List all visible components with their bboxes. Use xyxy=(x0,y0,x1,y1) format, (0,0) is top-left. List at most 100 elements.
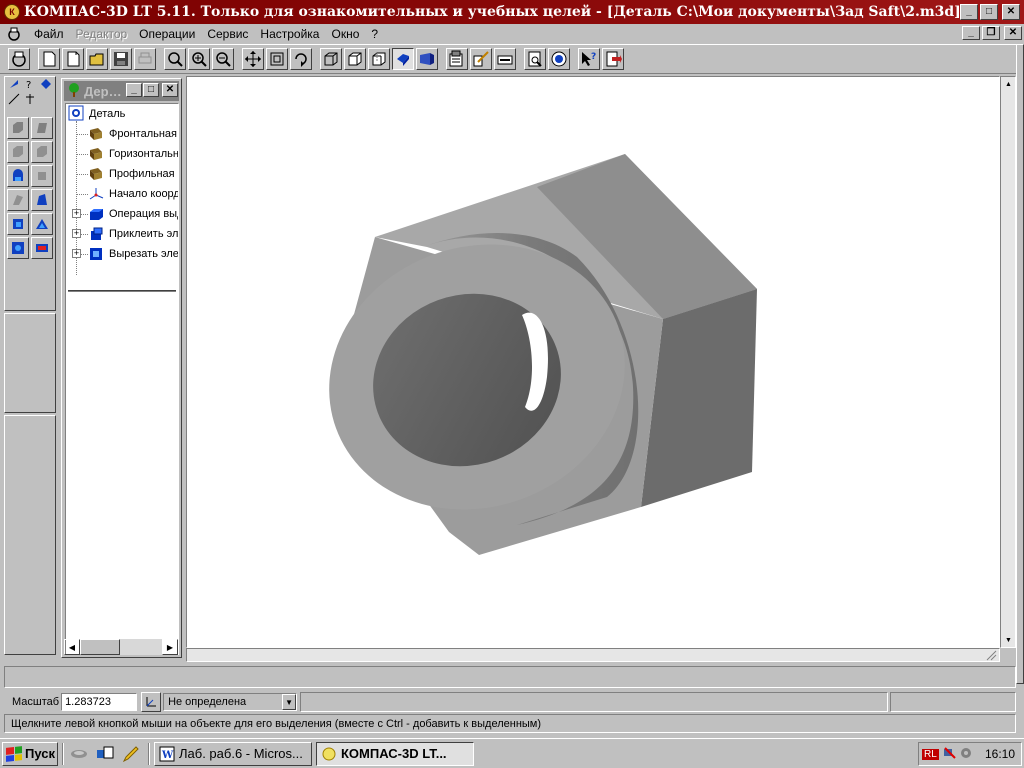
rotate-operation-button[interactable] xyxy=(31,117,53,139)
rib-button[interactable] xyxy=(31,237,53,259)
tree-horizontal-scrollbar[interactable]: ◀ ▶ xyxy=(64,639,178,655)
properties-button[interactable] xyxy=(470,48,492,70)
zoom-to-fit-button[interactable] xyxy=(266,48,288,70)
kinematic-operation-button[interactable] xyxy=(7,141,29,163)
save-button[interactable] xyxy=(110,48,132,70)
preview-button[interactable] xyxy=(524,48,546,70)
title-bar[interactable]: К КОМПАС-3D LT 5.11. Только для ознакоми… xyxy=(0,0,1024,24)
line-tab-icon[interactable] xyxy=(7,92,21,106)
doc-minimize-button[interactable]: _ xyxy=(962,26,980,40)
maximize-button[interactable]: □ xyxy=(980,4,998,20)
pan-button[interactable] xyxy=(242,48,264,70)
cut-extrude-button[interactable] xyxy=(7,165,29,187)
loft-operation-button[interactable] xyxy=(31,141,53,163)
new-sheet-button[interactable] xyxy=(62,48,84,70)
scroll-right-icon[interactable]: ▶ xyxy=(162,639,178,655)
dimension-tab-icon[interactable] xyxy=(23,92,37,106)
zoom-out-button[interactable] xyxy=(212,48,234,70)
menu-item-3[interactable]: Сервис xyxy=(201,27,254,41)
perspective-button[interactable] xyxy=(416,48,438,70)
cut-loft-button[interactable] xyxy=(31,189,53,211)
clock[interactable]: 16:10 xyxy=(985,747,1015,761)
taskbar-task-1[interactable]: КОМПАС-3D LT... xyxy=(316,741,474,766)
quicklaunch-browser-icon[interactable] xyxy=(68,743,90,765)
cut-kinematic-button[interactable] xyxy=(7,189,29,211)
model-viewport[interactable] xyxy=(186,76,1000,648)
tree-item[interactable]: Начало координат xyxy=(88,184,178,204)
new-from-template-button[interactable] xyxy=(8,48,30,70)
wireframe-button[interactable] xyxy=(320,48,342,70)
language-indicator[interactable]: RL xyxy=(922,748,939,760)
tree-item[interactable]: Фронтальная xyxy=(88,124,177,144)
start-button[interactable]: Пуск xyxy=(2,741,58,766)
scroll-up-icon[interactable]: ▲ xyxy=(1002,77,1015,91)
parameters-button[interactable] xyxy=(446,48,468,70)
tree-minimize-button[interactable]: _ xyxy=(126,83,142,97)
kompas-app-icon[interactable]: К xyxy=(4,4,20,20)
hidden-lines-button[interactable] xyxy=(344,48,366,70)
help-pointer-button[interactable]: ? xyxy=(578,48,600,70)
scroll-thumb[interactable] xyxy=(80,639,120,655)
geometry-tab-icon[interactable] xyxy=(7,77,21,91)
open-button[interactable] xyxy=(86,48,108,70)
hidden-lines-dim-button[interactable] xyxy=(368,48,390,70)
zoom-in-button[interactable] xyxy=(188,48,210,70)
viewport-vertical-scrollbar[interactable]: ▲ ▼ xyxy=(1000,76,1016,648)
taskbar-task-0[interactable]: W Лаб. раб.6 - Micros... xyxy=(154,741,312,766)
menu-item-0[interactable]: Файл xyxy=(28,27,70,41)
menu-item-6[interactable]: ? xyxy=(365,27,384,41)
resize-grip-icon[interactable] xyxy=(985,649,997,661)
quicklaunch-desktop-icon[interactable] xyxy=(94,743,116,765)
new-document-button[interactable] xyxy=(38,48,60,70)
tree-item[interactable]: Профильная xyxy=(88,164,175,184)
menu-item-4[interactable]: Настройка xyxy=(254,27,325,41)
svg-text:?: ? xyxy=(591,52,596,62)
print-disabled-button[interactable] xyxy=(134,48,156,70)
tree-item[interactable]: Операция выдавливания xyxy=(88,204,178,224)
close-button[interactable]: ✕ xyxy=(1002,4,1020,20)
rotate-button[interactable] xyxy=(290,48,312,70)
tree-history-marker[interactable] xyxy=(68,290,176,292)
orientation-select[interactable]: Не определена ▼ xyxy=(163,693,298,711)
doc-close-button[interactable]: ✕ xyxy=(1004,26,1022,40)
menu-item-2[interactable]: Операции xyxy=(133,27,201,41)
quicklaunch-pencil-icon[interactable] xyxy=(120,743,142,765)
volume-icon[interactable] xyxy=(959,746,973,763)
document-system-menu-icon[interactable] xyxy=(6,26,22,42)
calculator-button[interactable] xyxy=(548,48,570,70)
scroll-left-icon[interactable]: ◀ xyxy=(64,639,80,655)
chamfer-button[interactable] xyxy=(31,213,53,235)
tree-panel-titlebar[interactable]: Дер… _ □ ✕ xyxy=(64,81,179,101)
part-3d-model[interactable] xyxy=(187,77,999,647)
chevron-down-icon[interactable]: ▼ xyxy=(282,694,297,710)
expand-plus-icon[interactable]: + xyxy=(72,229,81,238)
tree-item[interactable]: Приклеить элемент xyxy=(88,224,178,244)
params-tab-icon[interactable] xyxy=(39,77,53,91)
tree-item[interactable]: Горизонтальная xyxy=(88,144,178,164)
viewport-horizontal-scrollbar[interactable] xyxy=(186,648,1000,662)
orientation-button[interactable] xyxy=(141,692,162,712)
ruler-button[interactable] xyxy=(494,48,516,70)
fillet-button[interactable] xyxy=(7,213,29,235)
status-field-empty-2 xyxy=(890,692,1016,712)
minimize-button[interactable]: _ xyxy=(960,4,978,20)
network-icon[interactable] xyxy=(943,746,957,763)
menu-item-1[interactable]: Редактор xyxy=(70,27,134,41)
expand-plus-icon[interactable]: + xyxy=(72,249,81,258)
exit-button[interactable] xyxy=(602,48,624,70)
cut-rotate-button[interactable] xyxy=(31,165,53,187)
tree-item[interactable]: Вырезать элемент xyxy=(88,244,178,264)
scroll-down-icon[interactable]: ▼ xyxy=(1002,633,1015,647)
scale-field[interactable]: 1.283723 xyxy=(61,693,138,711)
extrude-operation-button[interactable] xyxy=(7,117,29,139)
plane-icon xyxy=(90,168,102,180)
shaded-button[interactable] xyxy=(392,48,414,70)
doc-restore-button[interactable]: ❐ xyxy=(982,26,1000,40)
menu-item-5[interactable]: Окно xyxy=(325,27,365,41)
expand-plus-icon[interactable]: + xyxy=(72,209,81,218)
tree-maximize-button[interactable]: □ xyxy=(143,83,159,97)
tree-close-button[interactable]: ✕ xyxy=(162,83,178,97)
select-tab-icon[interactable]: ? xyxy=(23,77,37,91)
zoom-window-button[interactable] xyxy=(164,48,186,70)
shell-button[interactable] xyxy=(7,237,29,259)
